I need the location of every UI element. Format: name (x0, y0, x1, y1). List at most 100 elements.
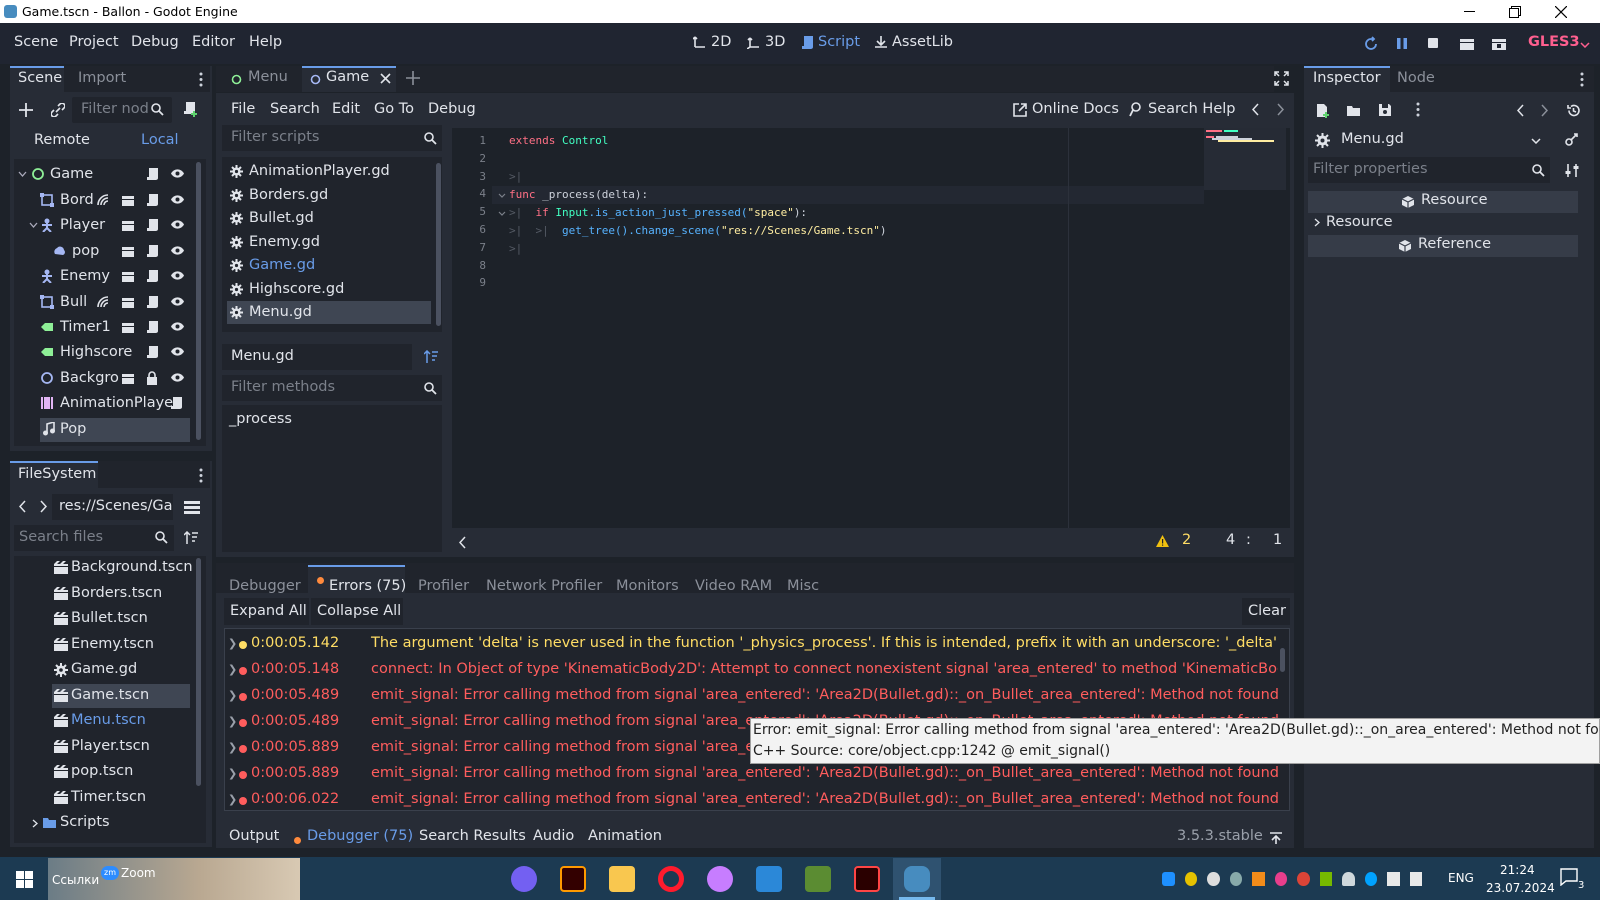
search-help-button[interactable]: Search Help (1148, 101, 1235, 117)
script-icon[interactable] (146, 295, 158, 310)
eye-icon[interactable] (170, 321, 185, 332)
sort-icon[interactable] (424, 350, 439, 364)
tab-debugger[interactable]: Debugger (229, 578, 301, 594)
viber-icon[interactable] (511, 866, 537, 892)
warning-icon[interactable] (1155, 534, 1170, 548)
error-row[interactable]: ❯ 0:00:05.889 emit_signal: Error calling m… (228, 762, 1278, 788)
tray-icon[interactable] (1207, 872, 1220, 886)
volume-icon[interactable] (1387, 872, 1400, 886)
group-icon[interactable] (121, 269, 135, 283)
script-menu-search[interactable]: Search (270, 101, 320, 117)
tray-icon[interactable] (1364, 872, 1377, 886)
error-list-scrollbar[interactable] (1280, 648, 1285, 672)
menu-dots-icon[interactable] (199, 72, 203, 87)
tree-node-enemy[interactable]: Enemy (14, 265, 200, 289)
nvidia-tray-icon[interactable] (1319, 872, 1332, 886)
file-item[interactable]: pop.tscn (52, 760, 227, 784)
network-icon[interactable] (1409, 872, 1422, 886)
file-explorer-icon[interactable] (609, 866, 635, 892)
expand-panel-icon[interactable] (1269, 832, 1283, 845)
panel-animation[interactable]: Animation (588, 828, 662, 844)
script-menu-goto[interactable]: Go To (374, 101, 414, 117)
close-icon[interactable] (380, 73, 391, 84)
file-item[interactable]: Borders.tscn (52, 582, 227, 606)
local-toggle[interactable]: Local (141, 132, 179, 148)
error-row[interactable]: ❯ 0:00:05.489 emit_signal: Error calling m… (228, 684, 1278, 710)
online-docs-button[interactable]: Online Docs (1032, 101, 1119, 117)
script-menu-file[interactable]: File (231, 101, 255, 117)
minecraft-icon[interactable] (805, 866, 831, 892)
expand-arrow-icon[interactable]: ❯ (228, 689, 237, 702)
method-item[interactable]: _process (229, 411, 292, 427)
group-icon[interactable] (121, 244, 135, 258)
fold-arrow-icon[interactable] (498, 193, 506, 198)
windows-start-icon[interactable] (16, 871, 33, 888)
tree-node-pop[interactable]: pop (14, 240, 200, 264)
object-properties-icon[interactable] (1564, 132, 1579, 147)
attach-script-icon[interactable] (183, 101, 198, 117)
script-list-item[interactable]: Enemy.gd (227, 231, 431, 254)
play-custom-scene-icon[interactable] (1491, 36, 1507, 52)
menu-project[interactable]: Project (69, 34, 119, 50)
script-menu-debug[interactable]: Debug (428, 101, 476, 117)
script-list-item[interactable]: Game.gd (227, 254, 431, 277)
expand-arrow-icon[interactable]: ❯ (228, 637, 237, 650)
tray-icon[interactable] (1229, 872, 1242, 886)
script-icon[interactable] (146, 244, 158, 259)
link-icon[interactable] (51, 103, 65, 117)
error-row[interactable]: ❯ 0:00:05.142 The argument 'delta' is neve… (228, 632, 1278, 658)
clock-time[interactable]: 21:24 (1500, 863, 1535, 877)
lock-icon[interactable] (146, 371, 158, 386)
script-icon[interactable] (146, 193, 158, 208)
expand-arrow-icon[interactable]: ❯ (228, 663, 237, 676)
workspace-3d[interactable]: 3D (747, 34, 785, 50)
new-resource-icon[interactable] (1315, 103, 1330, 118)
illustrator-icon[interactable] (560, 866, 586, 892)
script-list-item[interactable]: Bullet.gd (227, 207, 431, 230)
chevron-left-icon[interactable] (19, 500, 27, 513)
chrome-tray-icon[interactable] (1297, 872, 1310, 886)
file-item[interactable]: Player.tscn (52, 735, 227, 759)
add-node-icon[interactable] (19, 103, 33, 117)
chevron-right-icon[interactable] (32, 819, 38, 828)
tray-icon[interactable] (1184, 872, 1197, 886)
chevron-right-icon[interactable] (1276, 103, 1284, 116)
add-tab-icon[interactable] (406, 71, 420, 85)
error-row[interactable]: ❯ 0:00:06.022 emit_signal: Error calling m… (228, 788, 1278, 814)
script-list-item[interactable]: Highscore.gd (227, 278, 431, 301)
code-minimap[interactable] (1204, 128, 1286, 190)
expand-arrow-icon[interactable]: ❯ (228, 767, 237, 780)
eye-icon[interactable] (170, 346, 185, 357)
panel-search-results[interactable]: Search Results (419, 828, 526, 844)
menu-debug[interactable]: Debug (131, 34, 179, 50)
signal-icon[interactable] (96, 295, 110, 309)
script-icon[interactable] (146, 345, 158, 360)
menu-dots-icon[interactable] (199, 468, 203, 483)
tray-icon[interactable] (1342, 872, 1355, 886)
fold-arrow-icon[interactable] (498, 211, 506, 216)
panel-audio[interactable]: Audio (533, 828, 574, 844)
minimize-button[interactable] (1446, 0, 1492, 23)
script-icon[interactable] (146, 218, 158, 233)
renderer-select[interactable]: GLES3 (1528, 34, 1580, 50)
file-item[interactable]: Timer.tscn (52, 786, 227, 810)
eye-icon[interactable] (170, 270, 185, 281)
menu-dots-icon[interactable] (1416, 102, 1420, 117)
eye-icon[interactable] (170, 168, 185, 179)
menu-dots-icon[interactable] (1580, 72, 1584, 87)
tools-icon[interactable] (1565, 163, 1579, 178)
file-item[interactable]: Game.tscn (52, 684, 190, 708)
chevron-down-icon[interactable] (18, 171, 27, 177)
workspace-script[interactable]: Script (801, 34, 860, 50)
panel-debugger[interactable]: Debugger (75) (307, 828, 413, 844)
remote-toggle[interactable]: Remote (34, 132, 90, 148)
save-icon[interactable] (1378, 103, 1392, 117)
chevron-down-icon[interactable] (29, 222, 38, 228)
chevron-left-icon[interactable] (459, 536, 467, 549)
error-row[interactable]: ❯ 0:00:05.148 connect: In Object of type '… (228, 658, 1278, 684)
tab-monitors[interactable]: Monitors (616, 578, 679, 594)
panel-output[interactable]: Output (229, 828, 279, 844)
signal-icon[interactable] (96, 193, 110, 207)
script-list-item[interactable]: AnimationPlayer.gd (227, 160, 431, 183)
notifications-icon[interactable] (1560, 868, 1578, 886)
